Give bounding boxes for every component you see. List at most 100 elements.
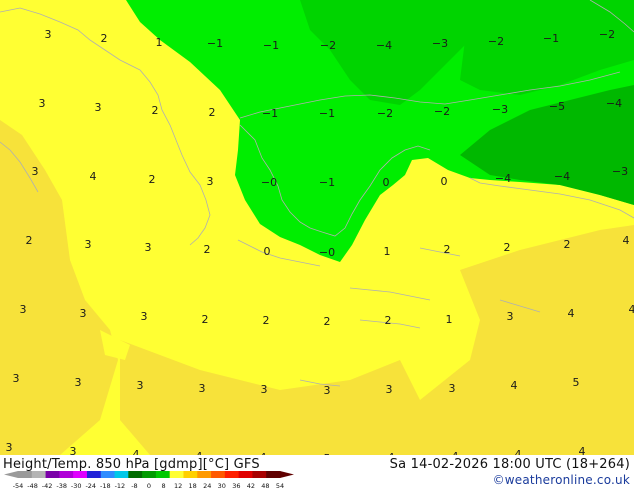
temp-label: −1 [207,37,223,50]
temp-label: 2 [564,238,571,251]
temp-label: −2 [434,105,450,118]
temp-label: 0 [441,175,448,188]
temp-label: −4 [606,97,622,110]
temp-label: −0 [261,176,277,189]
temp-label: 1 [384,245,391,258]
temp-label: 2 [26,234,33,247]
temp-label: 4 [568,307,575,320]
temp-label: 0 [264,245,271,258]
scale-swatch [183,471,198,478]
temp-label: −1 [319,176,335,189]
scale-swatch [128,471,143,478]
color-scale: -54 -48 -42 -38 -30 -24 -18 -12 -8 0 8 12 18 24 30 36 42… [4,471,294,490]
temp-label: 1 [156,36,163,49]
temp-label: 3 [6,441,13,454]
temp-label: 4 [511,379,518,392]
scale-swatch [45,471,60,478]
scale-tick-label: 54 [276,482,284,490]
temp-label: 3 [39,97,46,110]
temp-label: 2 [152,104,159,117]
scale-tick-label: 8 [161,482,165,490]
scale-swatch [73,471,88,478]
map-title: Height/Temp. 850 hPa [gdmp][°C] GFS [3,457,260,472]
scale-swatch [100,471,115,478]
temp-label: 3 [507,310,514,323]
temp-label: 3 [207,175,214,188]
temp-label: 1 [446,313,453,326]
temp-label: −3 [492,103,508,116]
temp-label: −2 [599,28,615,41]
temp-label: −4 [554,170,570,183]
temp-label: 2 [101,32,108,45]
scale-tick-label: -12 [115,482,126,490]
temp-label: 4 [515,448,522,455]
scale-swatch [252,471,267,478]
temp-label: −2 [488,35,504,48]
temp-label: 4 [579,445,586,455]
temp-label: 3 [137,379,144,392]
scale-tick-label: 42 [247,482,255,490]
scale-swatch [155,471,171,478]
scale-tick-label: 18 [189,482,197,490]
temp-label: 3 [324,384,331,397]
scale-swatch [169,471,184,478]
temp-label: 2 [202,313,209,326]
temp-label: 2 [504,241,511,254]
scale-swatch [86,471,102,478]
temp-label: 2 [263,314,270,327]
temp-label: 0 [383,176,390,189]
scale-swatch [197,471,212,478]
temp-label: 3 [449,382,456,395]
temp-label: 2 [204,243,211,256]
temp-label: 3 [199,382,206,395]
scale-swatch [211,471,226,478]
temp-label: 2 [209,106,216,119]
scale-tick-label: -42 [42,482,53,490]
scale-swatch [224,471,240,478]
scale-tick-label: 30 [218,482,226,490]
scale-swatch [114,471,129,478]
temp-label: −0 [319,246,335,259]
temp-label: 3 [75,376,82,389]
temp-label: −5 [549,100,565,113]
temp-label: 3 [141,310,148,323]
temp-label: 4 [90,170,97,183]
scale-tick-label: -24 [85,482,96,490]
temp-label: −1 [319,107,335,120]
temp-label: 3 [13,372,20,385]
temp-label: 3 [45,28,52,41]
temp-label: 3 [261,383,268,396]
temp-label: −1 [543,32,559,45]
temp-label: 5 [573,376,580,389]
temp-label: −4 [495,172,511,185]
temp-label: −3 [612,165,628,178]
temp-label: 3 [95,101,102,114]
temp-label: 2 [149,173,156,186]
scale-swatch [18,471,33,478]
temp-label: −2 [377,107,393,120]
temp-label: −4 [376,39,392,52]
scale-left-arrow [4,471,18,478]
temp-label: 2 [324,315,331,328]
scale-tick-label: -54 [13,482,24,490]
temp-label: 4 [133,448,140,455]
map-footer: Height/Temp. 850 hPa [gdmp][°C] GFS Sa 1… [0,455,634,490]
temp-label: 2 [444,243,451,256]
scale-right-arrow [280,471,294,478]
scale-tick-label: 48 [261,482,269,490]
scale-tick-label: -18 [100,482,111,490]
temp-label: −1 [262,107,278,120]
scale-swatch [142,471,157,478]
temp-label: 4 [629,303,634,316]
weather-map: 3 2 1 −1 −1 −2 −4 −3 −2 −1 −2 3 3 2 2 −1 −1 −2 −2 −3 −5 −4 3 4 2… [0,0,634,455]
temp-label: 3 [70,445,77,455]
temp-label: −1 [263,39,279,52]
scale-tick-label: -8 [131,482,137,490]
scale-tick-label: -48 [27,482,38,490]
temp-label: 4 [623,234,630,247]
temp-label: 3 [85,238,92,251]
temp-label: 2 [385,314,392,327]
scale-tick-label: -30 [71,482,82,490]
credit-link[interactable]: ©weatheronline.co.uk [493,473,630,487]
scale-swatch [31,471,46,478]
